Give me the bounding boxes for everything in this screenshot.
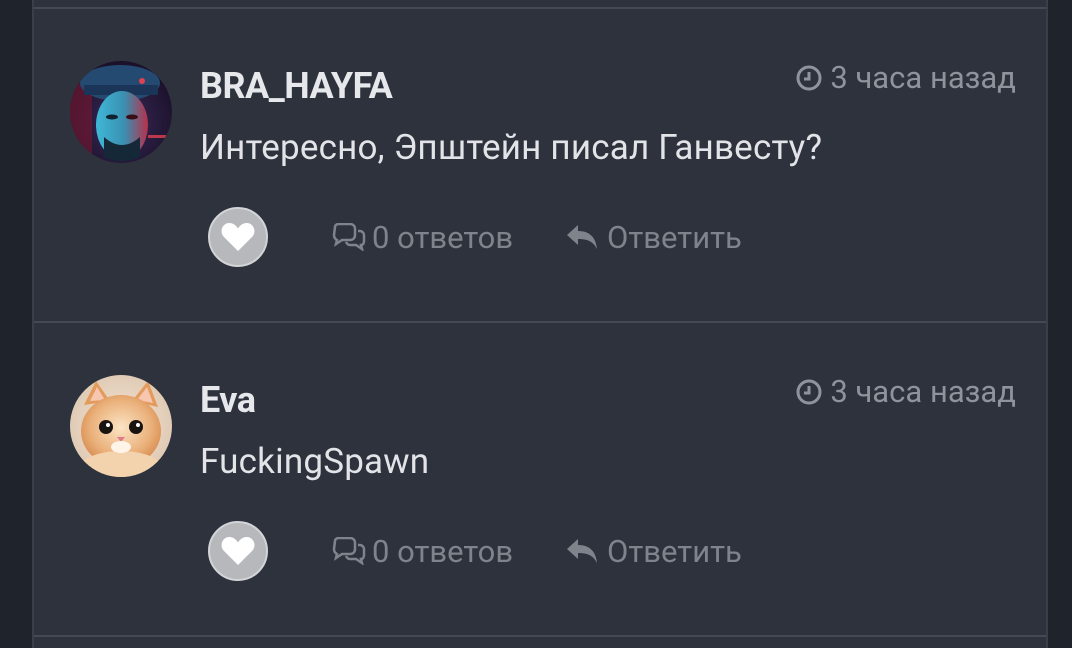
reply-button-label: Ответить — [607, 218, 742, 256]
clock-icon — [796, 65, 822, 90]
avatar-kitten-image — [70, 375, 172, 477]
chat-bubbles-icon — [332, 537, 366, 565]
comment-text: Интересно, Эпштейн писал Ганвесту? — [200, 127, 823, 168]
timestamp: 3 часа назад — [796, 59, 1016, 96]
avatar[interactable] — [70, 375, 172, 477]
comments-panel: BRA_HAYFA 3 часа назад Интересно, Эпштей… — [32, 0, 1048, 648]
clock-icon — [796, 379, 822, 404]
replies-count-text: 0 ответов — [372, 532, 514, 570]
heart-icon — [221, 537, 255, 565]
comment-divider — [34, 635, 1046, 637]
avatar-man-image — [70, 61, 172, 163]
username[interactable]: Eva — [200, 379, 256, 421]
comment-text: FuckingSpawn — [200, 441, 430, 482]
comments-page: BRA_HAYFA 3 часа назад Интересно, Эпштей… — [0, 0, 1072, 648]
replies-count[interactable]: 0 ответов — [330, 533, 513, 570]
heart-icon — [221, 223, 255, 251]
timestamp-text: 3 часа назад — [830, 59, 1016, 96]
replies-count[interactable]: 0 ответов — [330, 219, 513, 256]
like-button[interactable] — [208, 207, 268, 267]
reply-arrow-icon — [567, 539, 598, 563]
comment-item: BRA_HAYFA 3 часа назад Интересно, Эпштей… — [34, 9, 1046, 323]
avatar[interactable] — [70, 61, 172, 163]
replies-count-text: 0 ответов — [372, 218, 514, 256]
comment-item: Eva 3 часа назад FuckingSpawn 0 ответов … — [34, 323, 1046, 637]
reply-arrow-icon — [567, 225, 598, 249]
chat-bubbles-icon — [332, 223, 366, 251]
timestamp: 3 часа назад — [796, 373, 1016, 410]
comment-actions: 0 ответов Ответить — [208, 207, 742, 267]
comment-actions: 0 ответов Ответить — [208, 521, 742, 581]
username[interactable]: BRA_HAYFA — [200, 65, 393, 107]
reply-button-label: Ответить — [607, 532, 742, 570]
timestamp-text: 3 часа назад — [830, 373, 1016, 410]
reply-button[interactable]: Ответить — [565, 219, 742, 256]
reply-button[interactable]: Ответить — [565, 533, 742, 570]
like-button[interactable] — [208, 521, 268, 581]
